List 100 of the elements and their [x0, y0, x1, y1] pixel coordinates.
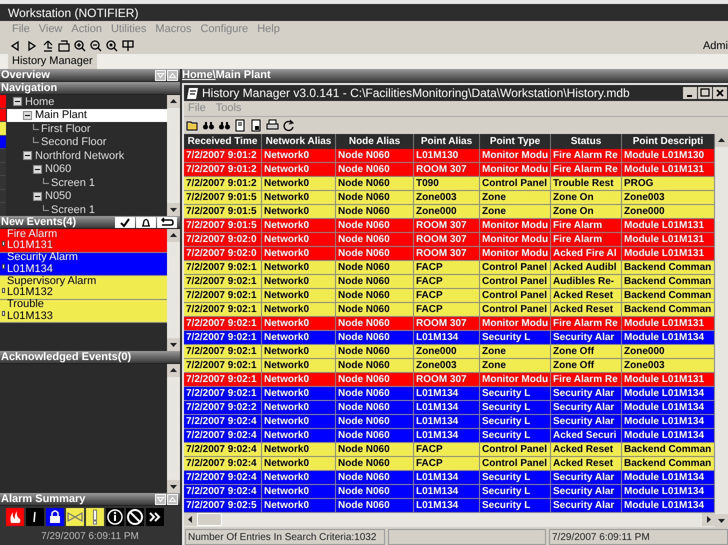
table-row[interactable]: 7/2/2007 9:02:5 Network0 Node N060 L01M134 Security L Security Alar Module L01M134 [184, 499, 715, 513]
scroll-down-icon[interactable] [167, 203, 180, 216]
tree-item[interactable]: Northford Network [7, 149, 167, 162]
fire-icon[interactable] [6, 508, 24, 526]
table-row[interactable]: 7/2/2007 9:02:2 Network0 Node N060 L01M134 Security L Security Alar Module L01M134 [184, 401, 715, 415]
scrollbar[interactable] [184, 513, 715, 527]
table-row[interactable]: 7/2/2007 9:02:1 Network0 Node N060 ROOM 307 Monitor Modu Fire Alarm Re Module L01M131 [184, 373, 715, 387]
table-row[interactable]: 7/2/2007 9:01:2 Network0 Node N060 L01M130 Monitor Modu Fire Alarm Re Module L01M130 [184, 149, 715, 163]
more-icon[interactable] [146, 508, 164, 526]
tree-item[interactable]: Main Plant [7, 108, 167, 122]
tree-item[interactable]: First Floor [7, 122, 167, 136]
silence-icon[interactable] [136, 216, 156, 228]
scroll-right-icon[interactable] [702, 513, 715, 526]
event-item[interactable]: Security Alarm L01M134 [0, 252, 167, 276]
scroll-down-icon[interactable] [715, 514, 728, 527]
scroll-down-icon[interactable] [167, 338, 180, 351]
table-row[interactable]: 7/2/2007 9:02:0 Network0 Node N060 ROOM 307 Monitor Modu Acked Fire Al Module L01M131 [184, 247, 715, 261]
table-row[interactable]: 7/2/2007 9:02:1 Network0 Node N060 Zone000 Zone Zone Off Zone000 [184, 345, 715, 359]
refresh-icon[interactable] [282, 119, 295, 132]
zoom-out-icon[interactable] [90, 40, 102, 52]
tree-item[interactable]: N060 [7, 162, 167, 176]
table-cell: Zone [480, 205, 551, 218]
zoom-icon[interactable] [106, 40, 118, 52]
table-row[interactable]: 7/2/2007 9:02:1 Network0 Node N060 FACP Control Panel Acked Reset Backend Comman [184, 303, 715, 317]
table-cell: Network0 [262, 499, 336, 512]
document-icon[interactable] [234, 119, 247, 132]
window-icon[interactable] [58, 40, 70, 52]
collapse-box-icon[interactable] [33, 192, 42, 201]
warning-icon[interactable] [86, 508, 104, 526]
scrollbar[interactable] [715, 134, 728, 527]
scroll-up-icon[interactable] [167, 364, 180, 377]
scroll-up-icon[interactable] [715, 134, 728, 147]
table-cell: Node N060 [336, 471, 414, 484]
zoom-in-icon[interactable] [74, 40, 86, 52]
table-row[interactable]: 7/2/2007 9:02:1 Network0 Node N060 FACP Control Panel Acked Reset Backend Comman [184, 289, 715, 303]
tab[interactable]: History Manager [8, 54, 97, 69]
pull-station-icon[interactable] [26, 508, 44, 526]
table-cell: Network0 [262, 289, 336, 302]
table-row[interactable]: 7/2/2007 9:02:1 Network0 Node N060 L01M134 Security L Security Alar Module L01M134 [184, 331, 715, 345]
print-icon[interactable] [266, 119, 279, 132]
scroll-up-icon[interactable] [167, 95, 180, 108]
table-row[interactable]: 7/2/2007 9:02:4 Network0 Node N060 FACP Control Panel Acked Reset Backend Comman [184, 457, 715, 471]
expand-icon[interactable] [167, 70, 178, 80]
info-icon[interactable] [106, 508, 124, 526]
folder-icon[interactable] [186, 119, 199, 132]
reset-icon[interactable] [157, 216, 177, 228]
table-row[interactable]: 7/2/2007 9:02:1 Network0 Node N060 FACP Control Panel Acked Audibl Backend Comman [184, 261, 715, 275]
table-row[interactable]: 7/2/2007 9:01:2 Network0 Node N060 ROOM 307 Monitor Modu Fire Alarm Re Module L01M131 [184, 163, 715, 177]
table-row[interactable]: 7/2/2007 9:02:0 Network0 Node N060 ROOM 307 Monitor Modu Fire Alarm Module L01M131 [184, 233, 715, 247]
tree-item[interactable]: N050 [7, 190, 167, 203]
table-row[interactable]: 7/2/2007 9:01:5 Network0 Node N060 ROOM 307 Monitor Modu Fire Alarm Module L01M131 [184, 219, 715, 233]
event-item[interactable]: Supervisory Alarm L01M132 [0, 276, 167, 300]
scroll-thumb[interactable] [197, 513, 222, 526]
scrollbar[interactable] [167, 229, 180, 351]
breadcrumb-link[interactable]: Home\ [182, 70, 216, 81]
save-icon[interactable] [250, 119, 263, 132]
table-row[interactable]: 7/2/2007 9:02:4 Network0 Node N060 L01M134 Security L Security Alar Module L01M134 [184, 415, 715, 429]
table-row[interactable]: 7/2/2007 9:01:2 Network0 Node N060 T090 Control Panel Trouble Rest PROG [184, 177, 715, 191]
collapse-icon[interactable] [155, 70, 166, 80]
scroll-left-icon[interactable] [184, 513, 197, 526]
binoculars-icon[interactable] [202, 119, 215, 132]
collapse-box-icon[interactable] [23, 151, 32, 160]
tree-item[interactable]: Second Floor [7, 136, 167, 149]
table-row[interactable]: 7/2/2007 9:02:1 Network0 Node N060 ROOM 307 Monitor Modu Fire Alarm Re Module L01M131 [184, 317, 715, 331]
table-row[interactable]: 7/2/2007 9:02:4 Network0 Node N060 L01M134 Security L Acked Securi Module L01M134 [184, 429, 715, 443]
lock-icon[interactable] [46, 508, 64, 526]
tree-item[interactable]: Screen 1 [7, 203, 167, 216]
minimize-icon[interactable] [683, 87, 697, 99]
table-row[interactable]: 7/2/2007 9:02:1 Network0 Node N060 Zone003 Zone Zone Off Zone003 [184, 359, 715, 373]
table-cell: Security L [480, 387, 551, 400]
event-item[interactable]: Trouble L01M133 [0, 300, 167, 323]
table-row[interactable]: 7/2/2007 9:02:4 Network0 Node N060 L01M134 Security L Security Alar Module L01M134 [184, 485, 715, 499]
collapse-box-icon[interactable] [13, 97, 22, 106]
table-row[interactable]: 7/2/2007 9:02:1 Network0 Node N060 L01M134 Security L Security Alar Module L01M134 [184, 387, 715, 401]
tree-item[interactable]: Screen 1 [7, 176, 167, 190]
acknowledge-icon[interactable] [115, 216, 135, 228]
binoculars-icon[interactable] [218, 119, 231, 132]
maximize-icon[interactable] [698, 87, 712, 99]
scrollbar[interactable] [167, 95, 180, 216]
table-row[interactable]: 7/2/2007 9:01:5 Network0 Node N060 Zone003 Zone Zone On Zone003 [184, 191, 715, 205]
forward-icon[interactable] [26, 40, 38, 52]
table-row[interactable]: 7/2/2007 9:02:4 Network0 Node N060 FACP Control Panel Acked Reset Backend Comman [184, 443, 715, 457]
table-cell: Zone On [551, 205, 622, 218]
scrollbar[interactable] [167, 364, 180, 493]
event-item[interactable]: Fire Alarm L01M131 [0, 229, 167, 252]
table-cell: Control Panel [480, 457, 551, 470]
table-row[interactable]: 7/2/2007 9:02:1 Network0 Node N060 FACP Control Panel Audibles Re- Backend Comman [184, 275, 715, 289]
scroll-down-icon[interactable] [167, 480, 180, 493]
prohibited-icon[interactable] [126, 508, 144, 526]
table-row[interactable]: 7/2/2007 9:02:4 Network0 Node N060 L01M134 Security L Security Alar Module L01M134 [184, 471, 715, 485]
scroll-up-icon[interactable] [167, 229, 180, 242]
valve-icon[interactable] [66, 508, 84, 526]
tree-item[interactable]: Home [7, 95, 167, 108]
table-cell: Acked Reset [551, 289, 622, 302]
up-icon[interactable] [42, 40, 54, 52]
layout-icon[interactable] [122, 40, 134, 52]
collapse-box-icon[interactable] [23, 110, 32, 120]
close-icon[interactable] [713, 87, 727, 99]
table-row[interactable]: 7/2/2007 9:01:5 Network0 Node N060 Zone000 Zone Zone On Zone000 [184, 205, 715, 219]
collapse-box-icon[interactable] [33, 164, 42, 174]
